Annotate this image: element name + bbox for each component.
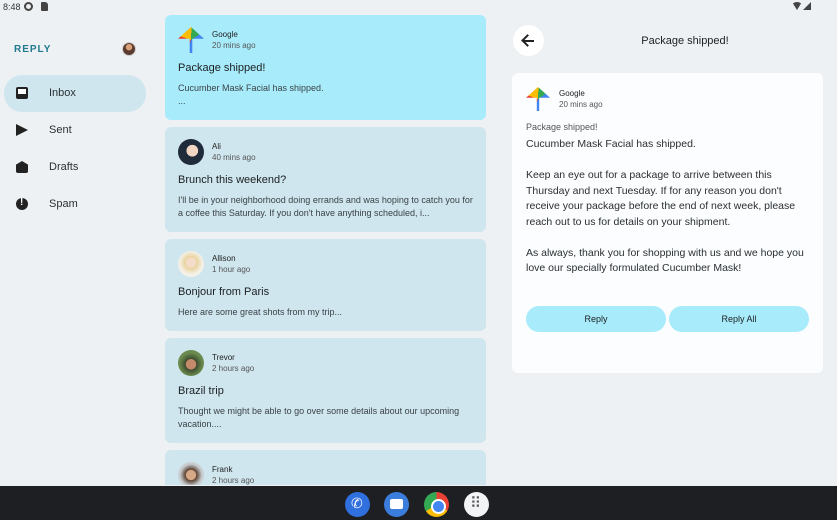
messages-app-icon[interactable] [384,492,409,517]
email-sender: Allison [212,254,236,263]
email-preview: I'll be in your neighborhood doing erran… [178,195,473,218]
sender-avatar [178,462,204,485]
email-subject: Package shipped! [178,62,266,74]
detail-sender: Google [559,89,585,98]
detail-body: Cucumber Mask Facial has shipped. Keep a… [526,138,804,274]
email-preview: Thought we might be able to go over some… [178,406,460,429]
sender-avatar [178,27,204,53]
email-time: 20 mins ago [212,41,256,50]
sender-avatar [178,139,204,165]
nav-item-drafts[interactable]: Drafts [4,149,146,186]
detail-title: Package shipped! [641,35,729,47]
email-time: 1 hour ago [212,265,251,274]
inbox-icon [16,87,28,99]
status-bar: 8:48 [0,0,837,14]
reply-all-button[interactable]: Reply All [669,306,809,332]
email-list[interactable]: Google 20 mins ago Package shipped! Cucu… [165,15,486,485]
nav-rail: Inbox Sent Drafts Spam [4,75,146,223]
reply-button[interactable]: Reply [526,306,666,332]
email-time: 2 hours ago [212,476,255,485]
email-subject: Bonjour from Paris [178,286,270,298]
email-card[interactable]: Trevor 2 hours ago Brazil trip Thought w… [165,338,486,443]
back-button[interactable] [513,25,544,56]
spam-icon [16,197,28,210]
detail-time: 20 mins ago [559,100,603,109]
email-preview: Cucumber Mask Facial has shipped. ... [178,83,324,106]
email-card[interactable]: Frank 2 hours ago [165,450,486,485]
send-icon [16,124,28,136]
email-card[interactable]: Allison 1 hour ago Bonjour from Paris He… [165,239,486,331]
email-card[interactable]: Google 20 mins ago Package shipped! Cucu… [165,15,486,120]
status-time: 8:48 [3,2,21,12]
nav-label: Sent [49,124,72,136]
signal-icon [803,2,811,10]
nav-item-inbox[interactable]: Inbox [4,75,146,112]
phone-app-icon[interactable] [345,492,370,517]
app-drawer-icon[interactable] [464,492,489,517]
app-brand: REPLY [14,44,52,55]
sender-avatar [178,350,204,376]
taskbar [0,486,837,520]
email-detail: Google 20 mins ago Package shipped! Cucu… [512,73,823,373]
nav-item-spam[interactable]: Spam [4,186,146,223]
email-card[interactable]: Ali 40 mins ago Brunch this weekend? I'l… [165,127,486,232]
sd-card-icon [41,2,48,11]
email-time: 40 mins ago [212,153,256,162]
email-subject: Brunch this weekend? [178,174,287,186]
email-sender: Frank [212,465,233,474]
email-preview: Here are some great shots from my trip..… [178,307,343,317]
drafts-icon [16,161,28,173]
nav-item-sent[interactable]: Sent [4,112,146,149]
nav-label: Spam [49,198,78,210]
email-subject: Brazil trip [178,385,224,397]
nav-label: Drafts [49,161,79,173]
detail-subject: Package shipped! [526,122,598,132]
email-sender: Trevor [212,353,235,362]
email-sender: Google [212,30,238,39]
sender-avatar [178,251,204,277]
profile-avatar[interactable] [122,42,136,56]
sender-avatar [526,87,550,111]
email-time: 2 hours ago [212,364,255,373]
chrome-app-icon[interactable] [424,492,449,517]
nav-label: Inbox [49,87,76,99]
wifi-icon [792,2,802,10]
settings-status-icon [24,2,33,11]
email-sender: Ali [212,142,221,151]
